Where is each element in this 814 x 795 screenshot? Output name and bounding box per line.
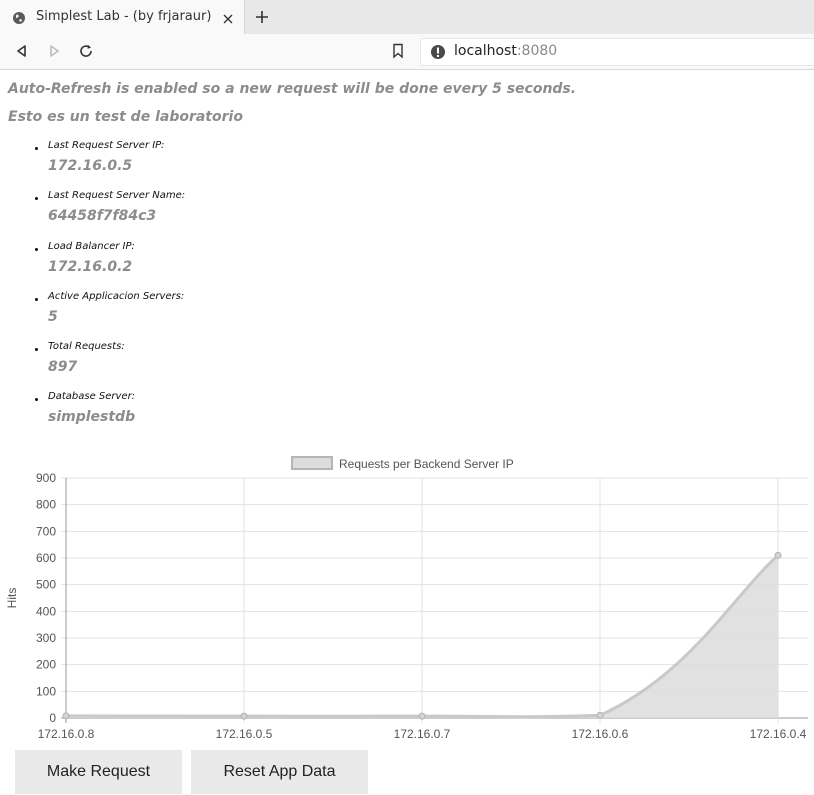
- browser-toolbar: localhost:8080: [0, 34, 814, 70]
- bullet: [35, 147, 38, 150]
- url-text: localhost:8080: [454, 43, 557, 59]
- x-tick-label: 172.16.0.8: [38, 727, 95, 741]
- info-value: 172.16.0.5: [48, 158, 133, 174]
- browser-tab[interactable]: Simplest Lab - (by frjaraur): [0, 0, 245, 34]
- data-point: [62, 712, 70, 720]
- auto-refresh-notice: Auto-Refresh is enabled so a new request…: [8, 81, 577, 97]
- x-tick-label: 172.16.0.5: [216, 727, 273, 741]
- y-tick-label: 700: [36, 524, 56, 538]
- info-label: Last Request Server Name:: [48, 190, 186, 201]
- address-bar[interactable]: localhost:8080: [420, 38, 814, 66]
- y-tick-label: 500: [36, 578, 56, 592]
- info-last-server-ip: Last Request Server IP: 172.16.0.5: [0, 140, 400, 190]
- y-axis-label: Hits: [5, 588, 19, 609]
- y-tick-label: 600: [36, 551, 56, 565]
- bullet: [35, 398, 38, 401]
- tab-title: Simplest Lab - (by frjaraur): [36, 9, 212, 24]
- y-tick-label: 800: [36, 498, 56, 512]
- y-tick-label: 100: [36, 684, 56, 698]
- info-load-balancer-ip: Load Balancer IP: 172.16.0.2: [0, 241, 400, 291]
- bullet: [35, 348, 38, 351]
- info-active-servers: Active Applicacion Servers: 5: [0, 291, 400, 341]
- url-host: localhost: [454, 43, 517, 59]
- info-value: 5: [48, 309, 58, 325]
- info-database-server: Database Server: simplestdb: [0, 391, 400, 441]
- bullet: [35, 248, 38, 251]
- info-label: Database Server:: [48, 391, 136, 402]
- reload-icon[interactable]: [78, 43, 94, 63]
- bullet: [35, 298, 38, 301]
- x-tick-label: 172.16.0.7: [394, 727, 451, 741]
- data-point: [774, 551, 782, 559]
- legend-label: Requests per Backend Server IP: [339, 457, 514, 471]
- y-tick-label: 200: [36, 658, 56, 672]
- data-point: [596, 711, 604, 719]
- browser-tab-bar: Simplest Lab - (by frjaraur): [0, 0, 814, 35]
- y-tick-label: 400: [36, 604, 56, 618]
- x-tick-label: 172.16.0.6: [572, 727, 629, 741]
- legend-swatch: [291, 456, 333, 470]
- info-label: Load Balancer IP:: [48, 241, 135, 252]
- info-value: 172.16.0.2: [48, 259, 133, 275]
- info-value: simplestdb: [48, 409, 136, 425]
- close-tab-icon[interactable]: [222, 10, 234, 29]
- info-label: Total Requests:: [48, 341, 125, 352]
- x-tick-label: 172.16.0.4: [750, 727, 807, 741]
- lab-message: Esto es un test de laboratorio: [8, 109, 243, 125]
- reset-app-data-button[interactable]: Reset App Data: [191, 750, 368, 794]
- bullet: [35, 197, 38, 200]
- y-tick-label: 0: [49, 711, 56, 725]
- data-point: [240, 712, 248, 720]
- info-label: Active Applicacion Servers:: [48, 291, 185, 302]
- info-value: 897: [48, 359, 78, 375]
- bookmark-icon[interactable]: [392, 43, 404, 63]
- forward-icon[interactable]: [46, 43, 62, 63]
- new-tab-icon[interactable]: [254, 9, 270, 29]
- info-value: 64458f7f84c3: [48, 208, 157, 224]
- globe-icon: [12, 10, 26, 29]
- make-request-button[interactable]: Make Request: [15, 750, 182, 794]
- info-label: Last Request Server IP:: [48, 140, 165, 151]
- info-icon[interactable]: [430, 44, 446, 64]
- y-tick-label: 900: [36, 471, 56, 485]
- requests-chart: 0 100 200 300 400 500 600 700 800 900 172.16.0.8 17…: [5, 456, 808, 741]
- data-point: [418, 712, 426, 720]
- url-port: :8080: [516, 43, 558, 59]
- info-total-requests: Total Requests: 897: [0, 341, 400, 391]
- y-tick-label: 300: [36, 631, 56, 645]
- info-last-server-name: Last Request Server Name: 64458f7f84c3: [0, 190, 400, 240]
- back-icon[interactable]: [14, 43, 30, 63]
